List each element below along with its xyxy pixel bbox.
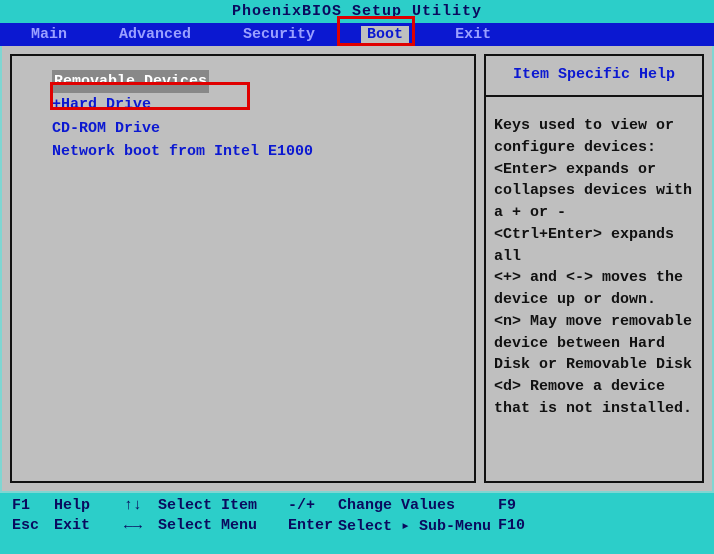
footer-key-leftright: ←→ — [124, 517, 158, 534]
footer-bar: F1 Help ↑↓ Select Item -/+ Change Values… — [0, 493, 714, 541]
boot-order-list: Removable Devices +Hard Drive CD-ROM Dri… — [22, 70, 464, 163]
boot-item-removable[interactable]: Removable Devices — [52, 70, 464, 93]
footer-label-help: Help — [54, 497, 124, 514]
footer-key-enter: Enter — [288, 517, 338, 534]
help-panel: Item Specific Help Keys used to view or … — [484, 54, 704, 483]
footer-label-select-submenu: Select ▸ Sub-Menu — [338, 516, 498, 535]
footer-label-select-menu: Select Menu — [158, 517, 288, 534]
footer-key-f9: F9 — [498, 497, 558, 514]
menu-security[interactable]: Security — [237, 26, 321, 43]
app-title: PhoenixBIOS Setup Utility — [232, 3, 482, 20]
footer-key-esc: Esc — [12, 517, 54, 534]
footer-label-exit: Exit — [54, 517, 124, 534]
boot-item-cdrom[interactable]: CD-ROM Drive — [52, 117, 464, 140]
footer-key-f1: F1 — [12, 497, 54, 514]
footer-key-plusminus: -/+ — [288, 497, 338, 514]
menu-exit[interactable]: Exit — [449, 26, 497, 43]
menu-boot[interactable]: Boot — [361, 26, 409, 43]
help-body: Keys used to view or configure devices:<… — [486, 97, 702, 426]
menu-bar: Main Advanced Security Boot Exit — [0, 23, 714, 46]
boot-item-hard-drive[interactable]: +Hard Drive — [52, 93, 464, 116]
footer-key-f10: F10 — [498, 517, 558, 534]
menu-advanced[interactable]: Advanced — [113, 26, 197, 43]
content-area: Removable Devices +Hard Drive CD-ROM Dri… — [0, 46, 714, 493]
footer-label-select-item: Select Item — [158, 497, 288, 514]
footer-key-updown: ↑↓ — [124, 497, 158, 514]
boot-item-network[interactable]: Network boot from Intel E1000 — [52, 140, 464, 163]
boot-order-panel: Removable Devices +Hard Drive CD-ROM Dri… — [10, 54, 476, 483]
footer-label-change-values: Change Values — [338, 497, 498, 514]
menu-main[interactable]: Main — [25, 26, 73, 43]
help-title: Item Specific Help — [486, 56, 702, 97]
title-bar: PhoenixBIOS Setup Utility — [0, 0, 714, 23]
